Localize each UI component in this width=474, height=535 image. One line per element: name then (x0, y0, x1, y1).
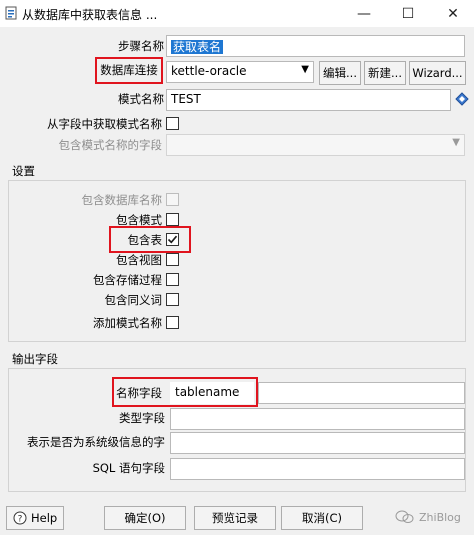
schema-field-label: 包含模式名称的字段 (58, 138, 163, 152)
schema-value: TEST (171, 92, 201, 106)
preview-button[interactable]: 预览记录 (194, 506, 276, 530)
include-catalog-label: 包含数据库名称 (81, 193, 163, 207)
step-name-label: 步骤名称 (118, 39, 164, 53)
variable-diamond-icon[interactable] (455, 92, 469, 106)
svg-text:?: ? (18, 515, 23, 525)
sql-field-label: SQL 语句字段 (92, 461, 165, 475)
schema-input[interactable]: TEST (166, 89, 451, 111)
maximize-icon: ☐ (401, 5, 415, 22)
include-views-label: 包含视图 (116, 253, 162, 267)
chevron-down-icon: ▼ (452, 137, 460, 148)
cancel-button[interactable]: 取消(C) (281, 506, 363, 530)
help-label: Help (31, 511, 58, 525)
new-button[interactable]: 新建... (364, 61, 406, 85)
close-icon: ✕ (447, 5, 459, 22)
schema-field-select[interactable]: ▼ (166, 134, 465, 156)
include-synonyms-label: 包含同义词 (104, 293, 163, 307)
db-conn-select[interactable]: kettle-oracle ▼ (166, 61, 314, 83)
close-button[interactable]: ✕ (436, 0, 470, 27)
watermark-text: ZhiBlog (419, 510, 461, 524)
name-field-value: tablename (175, 385, 240, 399)
add-schema-name-label: 添加模式名称 (93, 316, 162, 330)
system-info-field-input[interactable] (170, 432, 465, 454)
sql-field-input[interactable] (170, 458, 465, 480)
schema-from-field-label: 从字段中获取模式名称 (47, 117, 162, 131)
minimize-button[interactable]: — (347, 0, 381, 27)
edit-button[interactable]: 编辑... (319, 61, 361, 85)
help-icon: ? (13, 511, 27, 525)
include-views-checkbox[interactable] (166, 253, 179, 266)
settings-group-title: 设置 (12, 164, 35, 178)
wizard-button[interactable]: Wizard... (409, 61, 466, 85)
window-title: 从数据库中获取表信息 ... (22, 8, 158, 22)
name-field-input[interactable]: tablename (170, 382, 254, 404)
schema-from-field-checkbox[interactable] (166, 117, 179, 130)
db-conn-label: 数据库连接 (100, 63, 158, 77)
include-procedures-label: 包含存储过程 (93, 273, 162, 287)
help-button[interactable]: ? Help (6, 506, 64, 530)
include-schema-checkbox[interactable] (166, 213, 179, 226)
wechat-icon (395, 510, 414, 523)
ok-button[interactable]: 确定(O) (104, 506, 186, 530)
include-synonyms-checkbox[interactable] (166, 293, 179, 306)
checkmark-icon (167, 235, 178, 244)
maximize-button[interactable]: ☐ (391, 0, 425, 27)
step-name-value: 获取表名 (171, 40, 224, 54)
db-conn-value: kettle-oracle (171, 64, 247, 78)
output-group-title: 输出字段 (12, 352, 58, 366)
add-schema-name-checkbox[interactable] (166, 316, 179, 329)
name-field-input-extent[interactable] (258, 382, 465, 404)
schema-label: 模式名称 (118, 92, 164, 106)
chevron-down-icon: ▼ (301, 64, 309, 75)
type-field-label: 类型字段 (119, 411, 165, 425)
system-info-field-label: 表示是否为系统级信息的字 (27, 435, 165, 449)
minimize-icon: — (357, 5, 371, 22)
app-icon (5, 6, 18, 20)
include-tables-checkbox[interactable] (166, 233, 179, 246)
name-field-label: 名称字段 (116, 386, 162, 400)
include-catalog-checkbox[interactable] (166, 193, 179, 206)
type-field-input[interactable] (170, 408, 465, 430)
step-name-input[interactable]: 获取表名 (166, 35, 465, 57)
include-tables-label: 包含表 (127, 233, 163, 247)
include-procedures-checkbox[interactable] (166, 273, 179, 286)
watermark: ZhiBlog (395, 507, 470, 527)
